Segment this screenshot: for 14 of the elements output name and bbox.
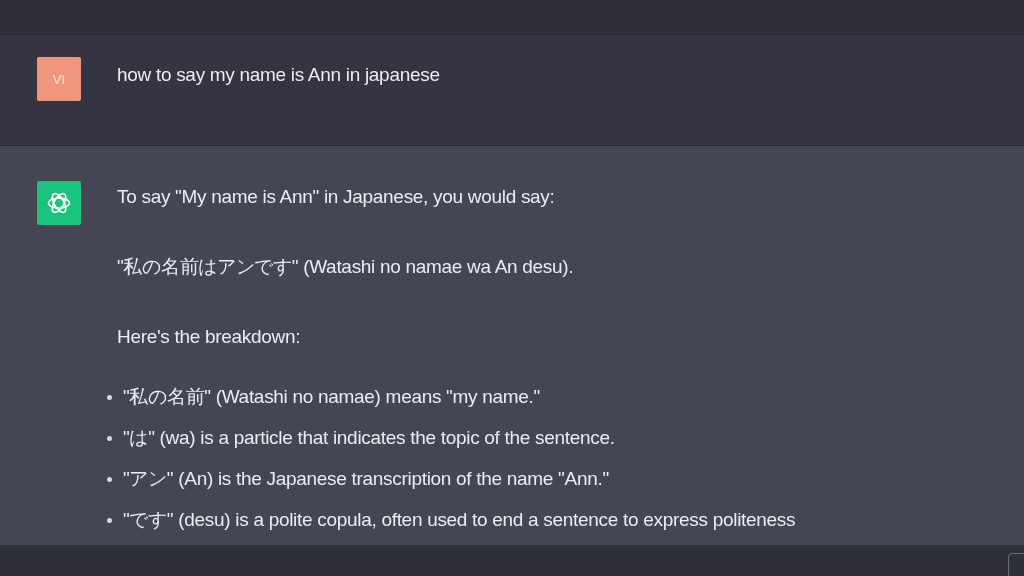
list-item-text: "アン" (An) is the Japanese transcription of the name "Ann." — [123, 467, 609, 491]
bullet-icon — [107, 517, 112, 523]
list-item-text: "です" (desu) is a polite copula, often used to end a sentence to express politeness — [123, 508, 796, 532]
response-paragraph: Here's the breakdown: — [117, 325, 302, 349]
assistant-avatar — [37, 181, 81, 225]
bullet-icon — [107, 435, 112, 441]
list-item-text: "は" (wa) is a particle that indicates the topic of the sentence. — [123, 426, 615, 450]
response-paragraph: "私の名前はアンです" (Watashi no namae wa An desu). — [117, 255, 575, 279]
bullet-icon — [107, 476, 112, 482]
user-message: how to say my name is Ann in japanese — [117, 63, 440, 87]
bullet-icon — [107, 394, 112, 400]
response-paragraph: To say "My name is Ann" in Japanese, you would say: — [117, 185, 556, 209]
user-avatar: VI — [37, 57, 81, 101]
list-item-text: "私の名前" (Watashi no namae) means "my name." — [123, 385, 541, 409]
